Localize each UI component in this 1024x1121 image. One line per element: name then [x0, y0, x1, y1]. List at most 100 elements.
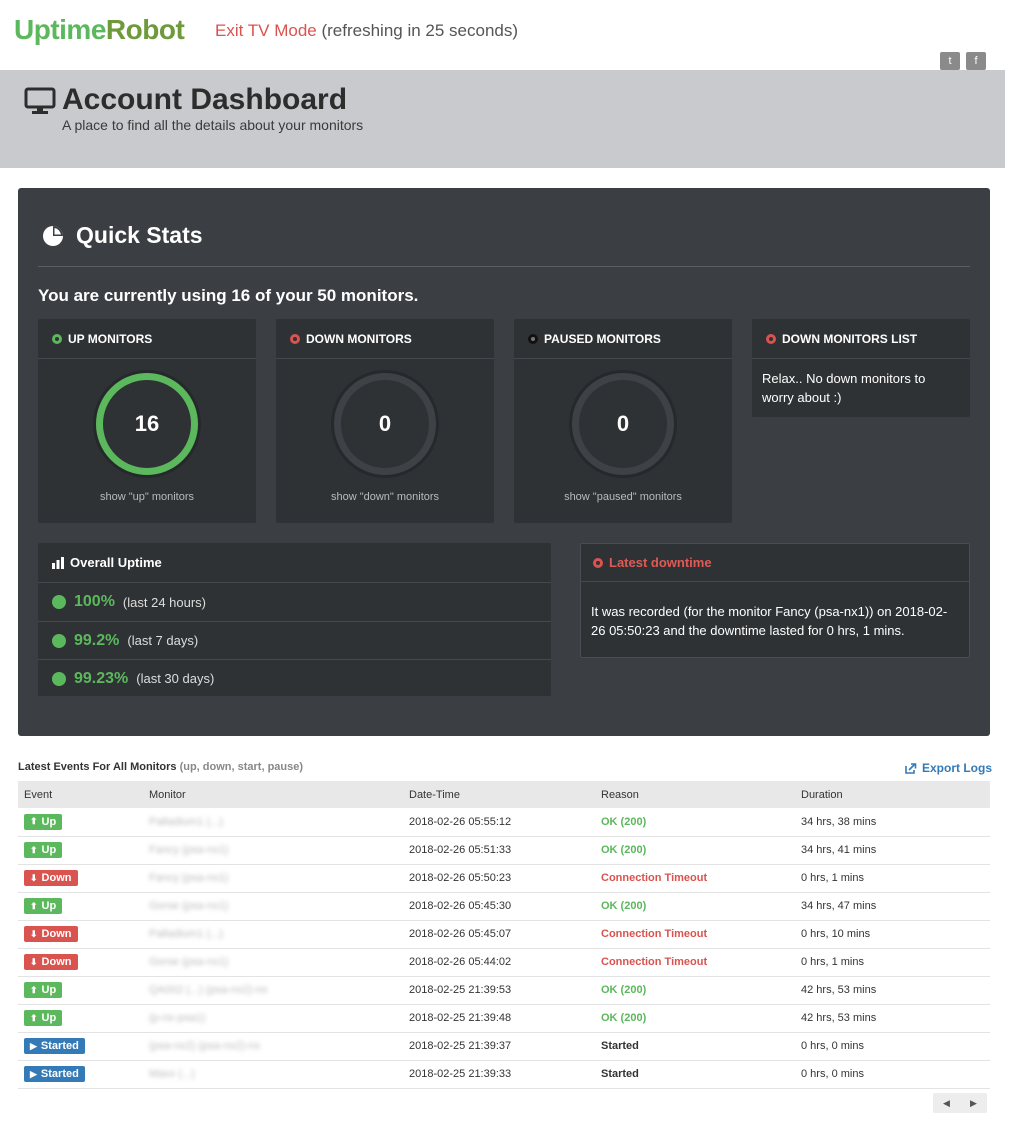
monitor-cell[interactable]: Fancy (psa-nx1): [143, 836, 403, 864]
monitor-cell[interactable]: Palladium1 (...): [143, 920, 403, 948]
datetime-cell: 2018-02-26 05:45:30: [409, 900, 512, 912]
monitor-cell[interactable]: QA002 (...) (psa-nx2)-nx: [143, 976, 403, 1004]
event-cell: ⬆ Up: [18, 892, 143, 920]
datetime-cell: 2018-02-25 21:39:48: [409, 1012, 512, 1024]
latest-downtime-label: Latest downtime: [609, 555, 712, 570]
uptimerobot-logo[interactable]: UptimeRobot: [14, 14, 185, 46]
uptime-row-30d: 99.23% (last 30 days): [38, 659, 551, 697]
down-monitors-list-header: DOWN MONITORS LIST: [752, 319, 970, 359]
monitor-name[interactable]: Palladium1 (...): [149, 816, 223, 828]
column-date-time[interactable]: Date-Time: [403, 781, 595, 808]
column-event[interactable]: Event: [18, 781, 143, 808]
table-row[interactable]: ▶ Started (psa-nx2) (psa-nx2)-nx 2018-02-25…: [18, 1032, 990, 1060]
monitor-name[interactable]: Fancy (psa-nx1): [149, 872, 228, 884]
reason-cell: OK (200): [601, 984, 647, 996]
monitor-cell[interactable]: Gorse (psa-nx1): [143, 948, 403, 976]
event-label: Down: [41, 956, 72, 968]
next-page-icon[interactable]: ▶: [970, 1098, 977, 1109]
arrow-up-icon: ⬆: [30, 900, 38, 911]
datetime-cell: 2018-02-25 21:39:33: [409, 1068, 512, 1080]
duration-cell: 0 hrs, 10 mins: [801, 928, 871, 940]
prev-page-icon[interactable]: ◀: [943, 1098, 950, 1109]
event-label: Started: [40, 1068, 79, 1080]
monitor-name[interactable]: (p-nx-psa1): [149, 1012, 205, 1024]
duration-cell: 34 hrs, 38 mins: [801, 815, 877, 828]
duration-cell: 34 hrs, 41 mins: [801, 844, 877, 856]
show-up-monitors-link[interactable]: show "up" monitors: [38, 491, 256, 503]
uptime-badge-icon: [52, 671, 66, 686]
up-monitors-card: UP MONITORS 16 show "up" monitors: [38, 319, 256, 523]
table-row[interactable]: ⬆ Up Gorse (psa-nx1) 2018-02-26 05:45:30 OK …: [18, 892, 990, 920]
twitter-icon[interactable]: t: [940, 52, 960, 70]
event-cell: ⬇ Down: [18, 864, 143, 892]
duration-cell: 42 hrs, 53 mins: [801, 984, 877, 996]
monitor-cell[interactable]: Maxx (...): [143, 1060, 403, 1088]
table-row[interactable]: ⬇ Down Gorse (psa-nx1) 2018-02-26 05:44:02 C…: [18, 948, 990, 976]
export-logs-button[interactable]: Export Logs: [905, 761, 992, 775]
duration-cell: 42 hrs, 53 mins: [801, 1012, 877, 1024]
facebook-icon[interactable]: f: [966, 52, 986, 70]
table-row[interactable]: ⬆ Up QA002 (...) (psa-nx2)-nx 2018-02-25 21…: [18, 976, 990, 1004]
uptime-period: (last 7 days): [127, 633, 199, 648]
event-badge: ⬇ Down: [24, 870, 78, 886]
show-down-monitors-link[interactable]: show "down" monitors: [276, 491, 494, 503]
column-reason[interactable]: Reason: [595, 781, 795, 808]
monitor-name[interactable]: (psa-nx2) (psa-nx2)-nx: [149, 1040, 260, 1052]
export-logs-label: Export Logs: [922, 761, 993, 775]
column-duration[interactable]: Duration: [795, 781, 990, 808]
event-cell: ▶ Started: [18, 1060, 143, 1088]
reason-cell: Connection Timeout: [601, 872, 708, 884]
datetime-cell: 2018-02-26 05:45:07: [409, 928, 512, 940]
duration-cell: 0 hrs, 0 mins: [801, 1040, 864, 1052]
monitor-name[interactable]: Fancy (psa-nx1): [149, 844, 228, 856]
event-cell: ⬇ Down: [18, 920, 143, 948]
monitor-name[interactable]: Palladium1 (...): [149, 928, 223, 940]
top-bar: UptimeRobot Exit TV Mode (refreshing in …: [0, 0, 1024, 70]
event-cell: ⬆ Up: [18, 836, 143, 864]
event-label: Up: [41, 815, 57, 828]
overall-uptime-header: Overall Uptime: [38, 543, 551, 583]
show-paused-monitors-link[interactable]: show "paused" monitors: [514, 491, 732, 503]
event-badge: ⬇ Down: [24, 926, 78, 942]
table-row[interactable]: ⬆ Up Palladium1 (...) 2018-02-26 05:55:12 OK…: [18, 808, 990, 836]
monitor-cell[interactable]: Fancy (psa-nx1): [143, 864, 403, 892]
event-label: Started: [40, 1040, 79, 1052]
event-badge: ⬆ Up: [24, 842, 63, 858]
down-list-status-icon: [766, 333, 776, 344]
table-row[interactable]: ⬆ Up (p-nx-psa1) 2018-02-25 21:39:48 OK (200…: [18, 1004, 990, 1032]
table-row[interactable]: ⬇ Down Palladium1 (...) 2018-02-26 05:45:07…: [18, 920, 990, 948]
events-title-text: Latest Events For All Monitors: [18, 761, 177, 773]
event-badge: ⬆ Up: [24, 898, 63, 914]
play-icon: ▶: [30, 1040, 37, 1051]
duration-cell: 0 hrs, 0 mins: [801, 1068, 864, 1080]
monitor-cell[interactable]: Gorse (psa-nx1): [143, 892, 403, 920]
bar-chart-icon: [52, 556, 64, 569]
uptime-value: 99.23%: [74, 669, 129, 687]
monitor-cell[interactable]: (psa-nx2) (psa-nx2)-nx: [143, 1032, 403, 1060]
reason-cell: Started: [601, 1040, 639, 1052]
uptime-badge-icon: [52, 595, 66, 609]
duration-cell: 34 hrs, 47 mins: [801, 900, 877, 912]
monitor-name[interactable]: Gorse (psa-nx1): [149, 900, 228, 912]
reason-cell: Connection Timeout: [601, 928, 708, 940]
paused-count-ring: 0: [572, 373, 674, 475]
paused-status-icon: [528, 333, 538, 344]
arrow-up-icon: ⬆: [30, 984, 38, 995]
monitor-name[interactable]: Maxx (...): [149, 1068, 195, 1080]
export-icon: [905, 762, 917, 774]
event-label: Up: [41, 900, 57, 912]
column-monitor[interactable]: Monitor: [143, 781, 403, 808]
monitor-cell[interactable]: (p-nx-psa1): [143, 1004, 403, 1032]
monitor-cell[interactable]: Palladium1 (...): [143, 808, 403, 836]
datetime-cell: 2018-02-26 05:44:02: [409, 956, 512, 968]
uptime-badge-icon: [52, 633, 66, 648]
table-row[interactable]: ⬆ Up Fancy (psa-nx1) 2018-02-26 05:51:33 OK …: [18, 836, 990, 864]
monitor-name[interactable]: Gorse (psa-nx1): [149, 956, 228, 968]
event-cell: ⬆ Up: [18, 1004, 143, 1032]
exit-tv-mode-link[interactable]: Exit TV Mode: [215, 21, 317, 40]
table-row[interactable]: ▶ Started Maxx (...) 2018-02-25 21:39:33 Sta…: [18, 1060, 990, 1088]
table-row[interactable]: ⬇ Down Fancy (psa-nx1) 2018-02-26 05:50:23 C…: [18, 864, 990, 892]
play-icon: ▶: [30, 1068, 37, 1079]
up-count-ring: 16: [96, 373, 198, 475]
monitor-name[interactable]: QA002 (...) (psa-nx2)-nx: [149, 984, 268, 996]
